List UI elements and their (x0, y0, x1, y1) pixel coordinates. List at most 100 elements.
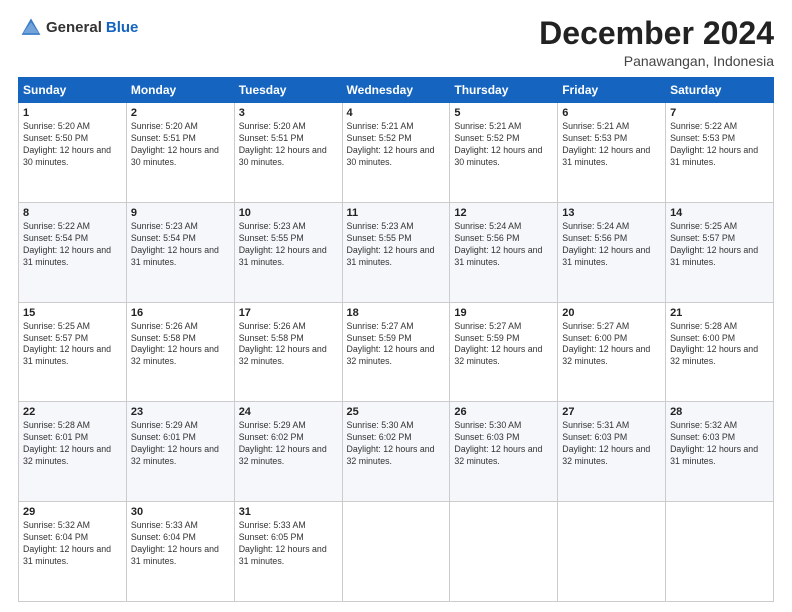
table-row: 15 Sunrise: 5:25 AMSunset: 5:57 PMDaylig… (19, 302, 127, 402)
day-number: 15 (23, 307, 122, 319)
day-number: 2 (131, 107, 230, 119)
table-row: 11 Sunrise: 5:23 AMSunset: 5:55 PMDaylig… (342, 202, 450, 302)
cell-info: Sunrise: 5:30 AMSunset: 6:03 PMDaylight:… (454, 420, 542, 466)
day-number: 11 (347, 207, 446, 219)
day-number: 31 (239, 506, 338, 518)
day-number: 14 (670, 207, 769, 219)
calendar-week-row: 1 Sunrise: 5:20 AMSunset: 5:50 PMDayligh… (19, 103, 774, 203)
col-sunday: Sunday (19, 78, 127, 103)
table-row: 21 Sunrise: 5:28 AMSunset: 6:00 PMDaylig… (666, 302, 774, 402)
day-number: 16 (131, 307, 230, 319)
cell-info: Sunrise: 5:33 AMSunset: 6:05 PMDaylight:… (239, 520, 327, 566)
cell-info: Sunrise: 5:28 AMSunset: 6:00 PMDaylight:… (670, 321, 758, 367)
day-number: 7 (670, 107, 769, 119)
table-row: 26 Sunrise: 5:30 AMSunset: 6:03 PMDaylig… (450, 402, 558, 502)
cell-info: Sunrise: 5:33 AMSunset: 6:04 PMDaylight:… (131, 520, 219, 566)
col-thursday: Thursday (450, 78, 558, 103)
col-saturday: Saturday (666, 78, 774, 103)
cell-info: Sunrise: 5:23 AMSunset: 5:55 PMDaylight:… (347, 221, 435, 267)
table-row: 3 Sunrise: 5:20 AMSunset: 5:51 PMDayligh… (234, 103, 342, 203)
table-row: 16 Sunrise: 5:26 AMSunset: 5:58 PMDaylig… (126, 302, 234, 402)
day-number: 24 (239, 406, 338, 418)
logo: General Blue (18, 16, 138, 38)
cell-info: Sunrise: 5:31 AMSunset: 6:03 PMDaylight:… (562, 420, 650, 466)
table-row: 8 Sunrise: 5:22 AMSunset: 5:54 PMDayligh… (19, 202, 127, 302)
cell-info: Sunrise: 5:23 AMSunset: 5:55 PMDaylight:… (239, 221, 327, 267)
table-row: 31 Sunrise: 5:33 AMSunset: 6:05 PMDaylig… (234, 502, 342, 602)
day-number: 21 (670, 307, 769, 319)
logo-blue: Blue (106, 19, 139, 36)
day-number: 19 (454, 307, 553, 319)
col-friday: Friday (558, 78, 666, 103)
table-row: 27 Sunrise: 5:31 AMSunset: 6:03 PMDaylig… (558, 402, 666, 502)
cell-info: Sunrise: 5:22 AMSunset: 5:54 PMDaylight:… (23, 221, 111, 267)
calendar-table: Sunday Monday Tuesday Wednesday Thursday… (18, 77, 774, 602)
cell-info: Sunrise: 5:25 AMSunset: 5:57 PMDaylight:… (670, 221, 758, 267)
cell-info: Sunrise: 5:25 AMSunset: 5:57 PMDaylight:… (23, 321, 111, 367)
calendar-week-row: 29 Sunrise: 5:32 AMSunset: 6:04 PMDaylig… (19, 502, 774, 602)
table-row: 20 Sunrise: 5:27 AMSunset: 6:00 PMDaylig… (558, 302, 666, 402)
table-row: 4 Sunrise: 5:21 AMSunset: 5:52 PMDayligh… (342, 103, 450, 203)
title-location: Panawangan, Indonesia (539, 53, 774, 69)
cell-info: Sunrise: 5:26 AMSunset: 5:58 PMDaylight:… (239, 321, 327, 367)
table-row: 6 Sunrise: 5:21 AMSunset: 5:53 PMDayligh… (558, 103, 666, 203)
day-number: 1 (23, 107, 122, 119)
cell-info: Sunrise: 5:27 AMSunset: 5:59 PMDaylight:… (454, 321, 542, 367)
table-row: 17 Sunrise: 5:26 AMSunset: 5:58 PMDaylig… (234, 302, 342, 402)
page: General Blue December 2024 Panawangan, I… (0, 0, 792, 612)
day-number: 8 (23, 207, 122, 219)
cell-info: Sunrise: 5:20 AMSunset: 5:51 PMDaylight:… (131, 121, 219, 167)
calendar-week-row: 15 Sunrise: 5:25 AMSunset: 5:57 PMDaylig… (19, 302, 774, 402)
cell-info: Sunrise: 5:21 AMSunset: 5:52 PMDaylight:… (347, 121, 435, 167)
table-row: 23 Sunrise: 5:29 AMSunset: 6:01 PMDaylig… (126, 402, 234, 502)
cell-info: Sunrise: 5:32 AMSunset: 6:03 PMDaylight:… (670, 420, 758, 466)
col-monday: Monday (126, 78, 234, 103)
day-number: 20 (562, 307, 661, 319)
day-number: 4 (347, 107, 446, 119)
table-row: 19 Sunrise: 5:27 AMSunset: 5:59 PMDaylig… (450, 302, 558, 402)
table-row: 9 Sunrise: 5:23 AMSunset: 5:54 PMDayligh… (126, 202, 234, 302)
cell-info: Sunrise: 5:21 AMSunset: 5:53 PMDaylight:… (562, 121, 650, 167)
table-row (558, 502, 666, 602)
day-number: 18 (347, 307, 446, 319)
table-row (666, 502, 774, 602)
table-row: 28 Sunrise: 5:32 AMSunset: 6:03 PMDaylig… (666, 402, 774, 502)
day-number: 23 (131, 406, 230, 418)
cell-info: Sunrise: 5:29 AMSunset: 6:02 PMDaylight:… (239, 420, 327, 466)
table-row: 30 Sunrise: 5:33 AMSunset: 6:04 PMDaylig… (126, 502, 234, 602)
cell-info: Sunrise: 5:22 AMSunset: 5:53 PMDaylight:… (670, 121, 758, 167)
day-number: 6 (562, 107, 661, 119)
table-row (450, 502, 558, 602)
table-row: 5 Sunrise: 5:21 AMSunset: 5:52 PMDayligh… (450, 103, 558, 203)
logo-icon (20, 16, 42, 38)
day-number: 10 (239, 207, 338, 219)
cell-info: Sunrise: 5:20 AMSunset: 5:51 PMDaylight:… (239, 121, 327, 167)
cell-info: Sunrise: 5:27 AMSunset: 6:00 PMDaylight:… (562, 321, 650, 367)
cell-info: Sunrise: 5:24 AMSunset: 5:56 PMDaylight:… (562, 221, 650, 267)
table-row: 13 Sunrise: 5:24 AMSunset: 5:56 PMDaylig… (558, 202, 666, 302)
calendar-header-row: Sunday Monday Tuesday Wednesday Thursday… (19, 78, 774, 103)
table-row: 18 Sunrise: 5:27 AMSunset: 5:59 PMDaylig… (342, 302, 450, 402)
title-month: December 2024 (539, 16, 774, 51)
table-row (342, 502, 450, 602)
day-number: 13 (562, 207, 661, 219)
table-row: 25 Sunrise: 5:30 AMSunset: 6:02 PMDaylig… (342, 402, 450, 502)
col-wednesday: Wednesday (342, 78, 450, 103)
cell-info: Sunrise: 5:21 AMSunset: 5:52 PMDaylight:… (454, 121, 542, 167)
table-row: 2 Sunrise: 5:20 AMSunset: 5:51 PMDayligh… (126, 103, 234, 203)
day-number: 5 (454, 107, 553, 119)
day-number: 30 (131, 506, 230, 518)
day-number: 17 (239, 307, 338, 319)
day-number: 3 (239, 107, 338, 119)
title-block: December 2024 Panawangan, Indonesia (539, 16, 774, 69)
cell-info: Sunrise: 5:30 AMSunset: 6:02 PMDaylight:… (347, 420, 435, 466)
day-number: 12 (454, 207, 553, 219)
cell-info: Sunrise: 5:20 AMSunset: 5:50 PMDaylight:… (23, 121, 111, 167)
logo-general: General (46, 19, 102, 36)
table-row: 10 Sunrise: 5:23 AMSunset: 5:55 PMDaylig… (234, 202, 342, 302)
cell-info: Sunrise: 5:26 AMSunset: 5:58 PMDaylight:… (131, 321, 219, 367)
day-number: 28 (670, 406, 769, 418)
header: General Blue December 2024 Panawangan, I… (18, 16, 774, 69)
col-tuesday: Tuesday (234, 78, 342, 103)
table-row: 24 Sunrise: 5:29 AMSunset: 6:02 PMDaylig… (234, 402, 342, 502)
